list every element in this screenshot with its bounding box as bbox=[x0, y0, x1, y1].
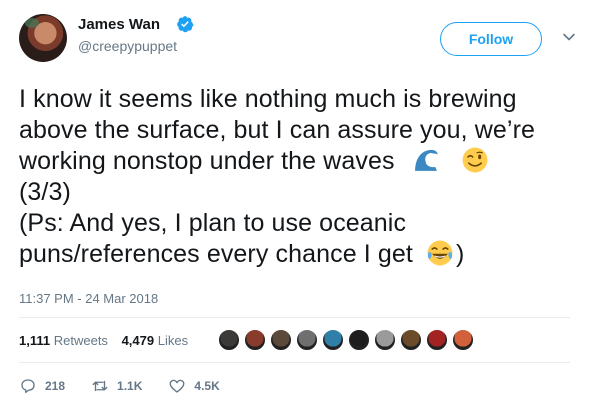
like-button[interactable]: 4.5K bbox=[168, 377, 220, 395]
user-handle[interactable]: @creepypuppet bbox=[78, 38, 177, 54]
tweet-text: I know it seems like nothing much is bre… bbox=[19, 84, 579, 270]
display-name[interactable]: James Wan bbox=[78, 16, 160, 33]
tweet-line: (Ps: And yes, I plan to use oceanic bbox=[19, 208, 579, 239]
liker-avatar[interactable] bbox=[400, 329, 422, 351]
retweet-count: 1.1K bbox=[117, 379, 143, 393]
retweets-label: Retweets bbox=[53, 333, 108, 348]
liker-avatar[interactable] bbox=[426, 329, 448, 351]
tweet-line-text: puns/references every chance I get bbox=[19, 240, 413, 268]
tweet-line-text: ) bbox=[455, 240, 465, 268]
liker-avatar[interactable] bbox=[244, 329, 266, 351]
liker-avatar[interactable] bbox=[322, 329, 344, 351]
water-wave-emoji-icon bbox=[414, 149, 438, 171]
tweet-line: (3/3) bbox=[19, 177, 579, 208]
liker-avatars bbox=[218, 329, 478, 351]
winking-face-emoji-icon bbox=[462, 147, 488, 173]
likes-label: Likes bbox=[157, 333, 189, 348]
tweet-line-text: working nonstop under the waves bbox=[19, 147, 395, 175]
liker-avatar[interactable] bbox=[218, 329, 240, 351]
face-with-tears-of-joy-emoji-icon bbox=[427, 240, 453, 266]
tweet-line: puns/references every chance I get ) bbox=[19, 239, 579, 270]
divider bbox=[19, 362, 570, 363]
likes-stat[interactable]: 4,479 Likes bbox=[122, 333, 189, 348]
verified-badge-icon bbox=[177, 16, 194, 33]
follow-button[interactable]: Follow bbox=[440, 22, 542, 56]
tweet-timestamp[interactable]: 11:37 PM - 24 Mar 2018 bbox=[19, 291, 158, 306]
tweet-actions: 218 1.1K 4.5K bbox=[19, 377, 246, 395]
divider bbox=[19, 317, 570, 318]
liker-avatar[interactable] bbox=[348, 329, 370, 351]
chevron-down-icon[interactable] bbox=[562, 30, 576, 44]
reply-button[interactable]: 218 bbox=[19, 377, 65, 395]
tweet-line: I know it seems like nothing much is bre… bbox=[19, 84, 579, 115]
retweets-count: 1,111 bbox=[19, 333, 51, 348]
avatar-highlight bbox=[25, 18, 39, 28]
retweet-button[interactable]: 1.1K bbox=[91, 377, 142, 395]
tweet-line-text: above the surface, but I can assure you,… bbox=[19, 116, 536, 144]
liker-avatar[interactable] bbox=[374, 329, 396, 351]
liker-avatar[interactable] bbox=[296, 329, 318, 351]
tweet-card: James Wan @creepypuppet Follow I know it… bbox=[0, 0, 589, 412]
retweets-stat[interactable]: 1,111 Retweets bbox=[19, 333, 108, 348]
reply-count: 218 bbox=[45, 379, 66, 393]
likes-count: 4,479 bbox=[121, 333, 155, 348]
liker-avatar[interactable] bbox=[452, 329, 474, 351]
liker-avatar[interactable] bbox=[270, 329, 292, 351]
heart-icon bbox=[169, 379, 185, 393]
tweet-line: above the surface, but I can assure you,… bbox=[19, 115, 579, 146]
tweet-line: working nonstop under the waves bbox=[19, 146, 579, 177]
tweet-line-text: (Ps: And yes, I plan to use oceanic bbox=[19, 209, 407, 237]
like-count: 4.5K bbox=[194, 379, 220, 393]
tweet-stats: 1,111 Retweets 4,479 Likes bbox=[19, 333, 198, 348]
reply-icon bbox=[21, 379, 35, 394]
tweet-line-text: (3/3) bbox=[19, 178, 71, 206]
avatar[interactable] bbox=[19, 14, 67, 62]
tweet-line-text: I know it seems like nothing much is bre… bbox=[19, 85, 517, 113]
retweet-icon bbox=[92, 380, 108, 392]
